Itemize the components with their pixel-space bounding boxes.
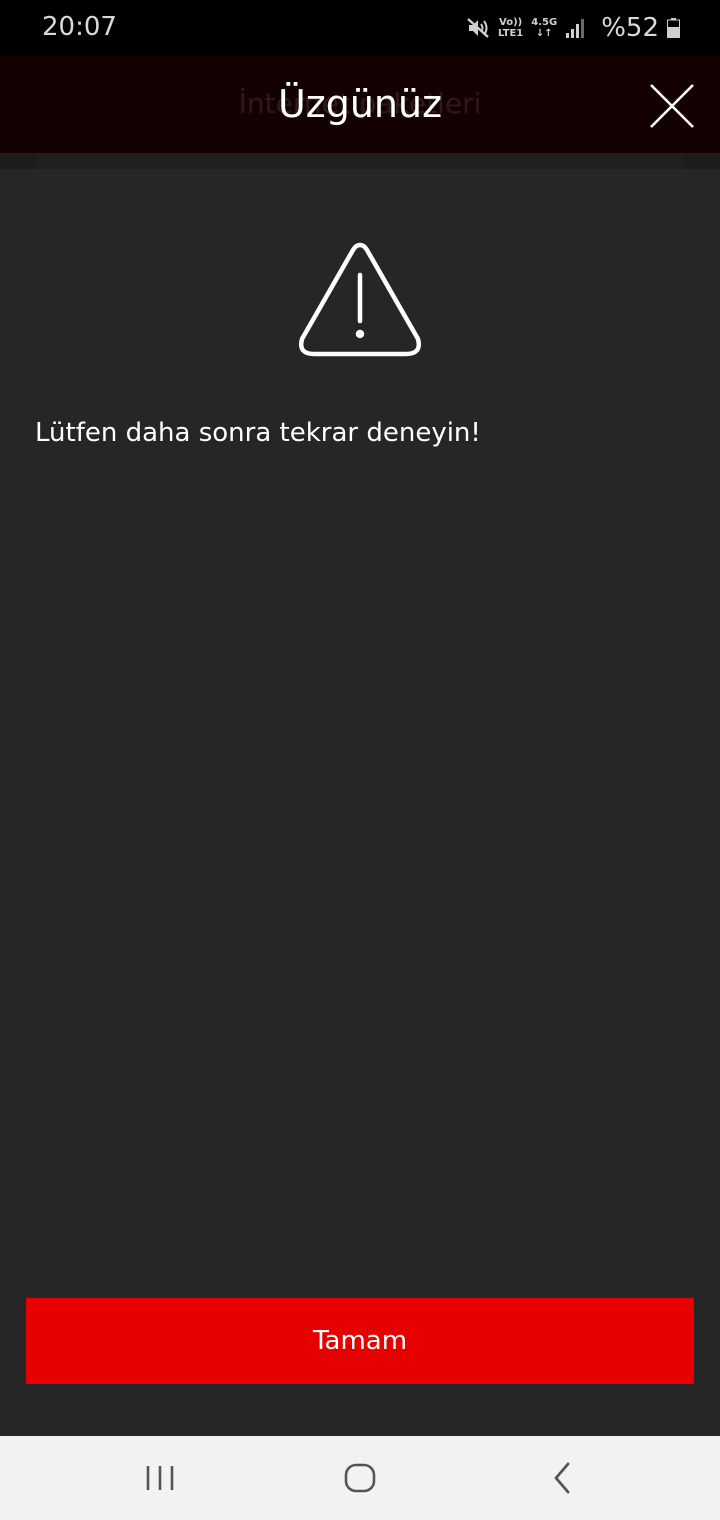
- navigation-bar: [0, 1436, 720, 1520]
- dialog-title: Üzgünüz: [277, 82, 443, 126]
- recent-apps-button[interactable]: [140, 1458, 180, 1498]
- mute-icon: [467, 18, 489, 38]
- network-type-label: 4.5G: [531, 17, 558, 28]
- data-arrows-icon: ↓↑: [535, 28, 553, 39]
- lte-label: LTE1: [497, 28, 524, 39]
- battery-percentage: %52: [601, 13, 659, 43]
- ok-button[interactable]: Tamam: [26, 1298, 694, 1384]
- signal-icon: [566, 19, 585, 38]
- back-button[interactable]: [542, 1458, 582, 1498]
- home-icon: [344, 1463, 376, 1493]
- dialog-body: Lütfen daha sonra tekrar deneyin! Tamam: [0, 169, 720, 1436]
- status-time: 20:07: [42, 12, 117, 42]
- close-icon: [650, 84, 694, 128]
- volte-indicator: Vo)) LTE1: [498, 17, 523, 39]
- dialog-header: İnternet paketleri Üzgünüz: [0, 56, 720, 153]
- volte-label: Vo)): [499, 17, 523, 28]
- recent-apps-icon: [146, 1466, 174, 1490]
- close-button[interactable]: [648, 82, 696, 130]
- status-indicators: Vo)) LTE1 4.5G ↓↑ %52: [466, 10, 680, 46]
- back-icon: [554, 1462, 570, 1494]
- background-page-strip: [0, 153, 720, 169]
- error-message: Lütfen daha sonra tekrar deneyin!: [35, 418, 481, 448]
- warning-icon: [299, 242, 421, 357]
- background-page-card: [36, 153, 684, 169]
- home-button[interactable]: [340, 1458, 380, 1498]
- network-indicator: 4.5G ↓↑: [531, 17, 557, 39]
- status-bar: 20:07 Vo)) LTE1 4.5G ↓↑ %52: [0, 0, 720, 56]
- battery-icon: [667, 18, 680, 38]
